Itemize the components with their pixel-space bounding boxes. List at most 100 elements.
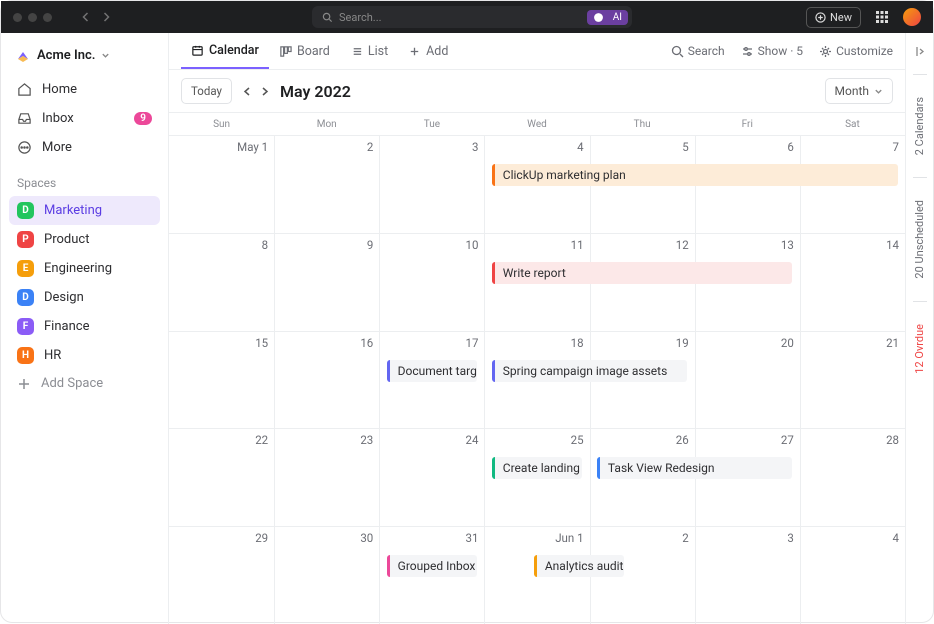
search-icon: [671, 45, 684, 58]
workspace-switcher[interactable]: Acme Inc.: [9, 43, 160, 67]
tab-label: List: [368, 44, 388, 59]
tab-label: Calendar: [209, 43, 259, 58]
dow-label: Fri: [695, 113, 800, 135]
calendar-event[interactable]: ClickUp marketing plan: [492, 164, 898, 186]
nav-inbox[interactable]: Inbox 9: [9, 104, 160, 133]
rail-overdue[interactable]: 12 Ovrdue: [913, 318, 926, 380]
add-view-button[interactable]: Add: [398, 33, 458, 69]
sidebar-space-design[interactable]: DDesign: [9, 283, 160, 312]
day-number: 3: [702, 531, 794, 545]
sidebar-space-product[interactable]: PProduct: [9, 225, 160, 254]
calendar-day-cell[interactable]: 8: [169, 234, 274, 331]
sidebar-space-marketing[interactable]: DMarketing: [9, 196, 160, 225]
day-number: 11: [491, 238, 583, 252]
viewbar-search[interactable]: Search: [671, 44, 725, 58]
nav-label: More: [42, 140, 72, 155]
calendar-day-cell[interactable]: 10: [379, 234, 484, 331]
space-label: Product: [44, 232, 89, 247]
day-number: 13: [702, 238, 794, 252]
rail-unscheduled[interactable]: 20 Unscheduled: [913, 194, 926, 285]
search-icon: [322, 12, 333, 23]
calendar-event[interactable]: Grouped Inbox Comments: [387, 555, 477, 577]
calendar-day-cell[interactable]: 3: [379, 136, 484, 233]
viewbar-customize[interactable]: Customize: [819, 44, 893, 58]
calendar-day-cell[interactable]: 16: [274, 332, 379, 429]
today-button[interactable]: Today: [181, 78, 232, 104]
calendar-day-cell[interactable]: 30: [274, 527, 379, 624]
calendar-event[interactable]: Write report: [492, 262, 793, 284]
sliders-icon: [741, 45, 754, 58]
calendar-day-cell[interactable]: 2: [274, 136, 379, 233]
day-number: 7: [807, 140, 899, 154]
forward-icon[interactable]: [100, 11, 112, 23]
sidebar-space-engineering[interactable]: EEngineering: [9, 254, 160, 283]
next-month-icon[interactable]: [259, 86, 270, 97]
tab-calendar[interactable]: Calendar: [181, 33, 269, 69]
calendar-event[interactable]: Task View Redesign: [597, 457, 793, 479]
day-number: 26: [597, 433, 689, 447]
gear-icon: [819, 45, 832, 58]
add-space-button[interactable]: Add Space: [9, 370, 160, 397]
ai-badge[interactable]: AI: [587, 10, 628, 25]
spaces-heading: Spaces: [9, 162, 160, 196]
nav-home[interactable]: Home: [9, 75, 160, 104]
calendar-event[interactable]: Document target users: [387, 360, 477, 382]
calendar-day-cell[interactable]: 20: [695, 332, 800, 429]
granularity-select[interactable]: Month: [825, 78, 893, 104]
day-number: 22: [175, 433, 268, 447]
day-number: 24: [386, 433, 478, 447]
calendar-day-cell[interactable]: May 1: [169, 136, 274, 233]
tab-board[interactable]: Board: [269, 33, 340, 69]
collapse-rail-icon[interactable]: [913, 45, 926, 58]
nav-more[interactable]: More: [9, 133, 160, 162]
calendar-day-cell[interactable]: 4: [800, 527, 905, 624]
calendar-day-cell[interactable]: 23: [274, 429, 379, 526]
search-input[interactable]: Search... AI: [312, 6, 632, 28]
sidebar-space-hr[interactable]: HHR: [9, 341, 160, 370]
back-icon[interactable]: [80, 11, 92, 23]
calendar-day-cell[interactable]: 22: [169, 429, 274, 526]
day-number: 15: [175, 336, 268, 350]
calendar-day-cell[interactable]: 24: [379, 429, 484, 526]
calendar-day-cell[interactable]: 29: [169, 527, 274, 624]
day-number: 9: [281, 238, 373, 252]
calendar-day-cell[interactable]: 28: [800, 429, 905, 526]
day-number: 10: [386, 238, 478, 252]
tab-label: Board: [297, 44, 330, 59]
calendar-event[interactable]: Spring campaign image assets: [492, 360, 688, 382]
day-number: 4: [807, 531, 899, 545]
day-number: May 1: [175, 140, 268, 154]
apps-grid-icon[interactable]: [875, 10, 889, 24]
dow-label: Wed: [484, 113, 589, 135]
prev-month-icon[interactable]: [242, 86, 253, 97]
calendar-week: 15161718192021Document target usersSprin…: [169, 331, 905, 429]
tab-list[interactable]: List: [340, 33, 398, 69]
calendar-day-cell[interactable]: 9: [274, 234, 379, 331]
calendar-event[interactable]: Create landing page: [492, 457, 582, 479]
new-button[interactable]: New: [806, 7, 861, 28]
calendar-week: May 1234567ClickUp marketing plan: [169, 135, 905, 233]
calendar-day-cell[interactable]: 3: [695, 527, 800, 624]
calendar-header: Today May 2022 Month: [169, 70, 905, 112]
right-rail: 2 Calendars 20 Unscheduled 12 Ovrdue: [905, 33, 933, 624]
inbox-icon: [17, 111, 32, 126]
sidebar-space-finance[interactable]: FFinance: [9, 312, 160, 341]
plus-icon: [408, 45, 421, 58]
workspace-name: Acme Inc.: [37, 48, 95, 63]
calendar-event[interactable]: Analytics audit: [534, 555, 624, 577]
calendar-icon: [191, 44, 204, 57]
viewbar-show[interactable]: Show · 5: [741, 44, 803, 58]
day-number: 27: [702, 433, 794, 447]
inbox-badge: 9: [134, 112, 152, 125]
avatar[interactable]: [903, 8, 921, 26]
day-number: 14: [807, 238, 899, 252]
calendar-day-cell[interactable]: 21: [800, 332, 905, 429]
space-label: Engineering: [44, 261, 112, 276]
dow-label: Tue: [379, 113, 484, 135]
rail-calendars[interactable]: 2 Calendars: [913, 91, 926, 161]
calendar-day-cell[interactable]: 14: [800, 234, 905, 331]
calendar-day-cell[interactable]: 15: [169, 332, 274, 429]
day-number: 17: [386, 336, 478, 350]
chevron-down-icon: [874, 87, 883, 96]
day-number: 6: [702, 140, 794, 154]
